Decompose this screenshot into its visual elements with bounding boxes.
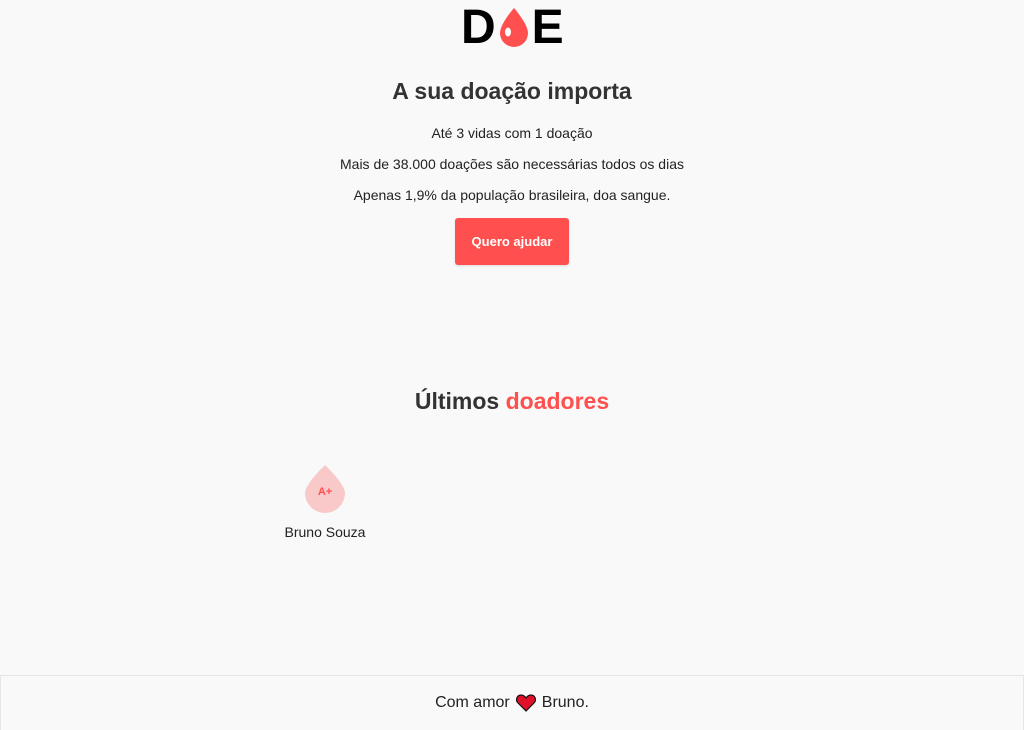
- heart-icon: [515, 694, 536, 712]
- footer: Com amor Bruno.: [0, 675, 1024, 730]
- donor-name: Bruno Souza: [284, 524, 366, 540]
- hero-line-daily-need: Mais de 38.000 doações são necessárias t…: [340, 156, 684, 172]
- help-button[interactable]: Quero ajudar: [455, 218, 569, 265]
- page: D E A sua doação importa Até 3 vidas com…: [0, 0, 1024, 730]
- blood-drop-icon: [497, 6, 531, 48]
- donors-title: Últimos doadores: [0, 386, 1024, 416]
- logo: D E: [461, 1, 564, 54]
- logo-letter-e: E: [531, 1, 564, 54]
- donor-card: A+ Bruno Souza: [270, 464, 380, 540]
- hero-line-lives: Até 3 vidas com 1 doação: [431, 125, 593, 141]
- hero-line-population: Apenas 1,9% da população brasileira, doa…: [353, 187, 671, 203]
- donors-title-prefix: Últimos: [414, 388, 500, 414]
- footer-prefix: Com amor: [435, 694, 510, 711]
- donor-drop-icon: A+: [305, 464, 345, 514]
- hero-title: A sua doação importa: [392, 78, 632, 104]
- footer-suffix: Bruno.: [541, 694, 589, 711]
- logo-letter-d: D: [461, 1, 496, 54]
- donor-blood-type: A+: [317, 486, 333, 498]
- donors-title-accent: doadores: [505, 388, 610, 414]
